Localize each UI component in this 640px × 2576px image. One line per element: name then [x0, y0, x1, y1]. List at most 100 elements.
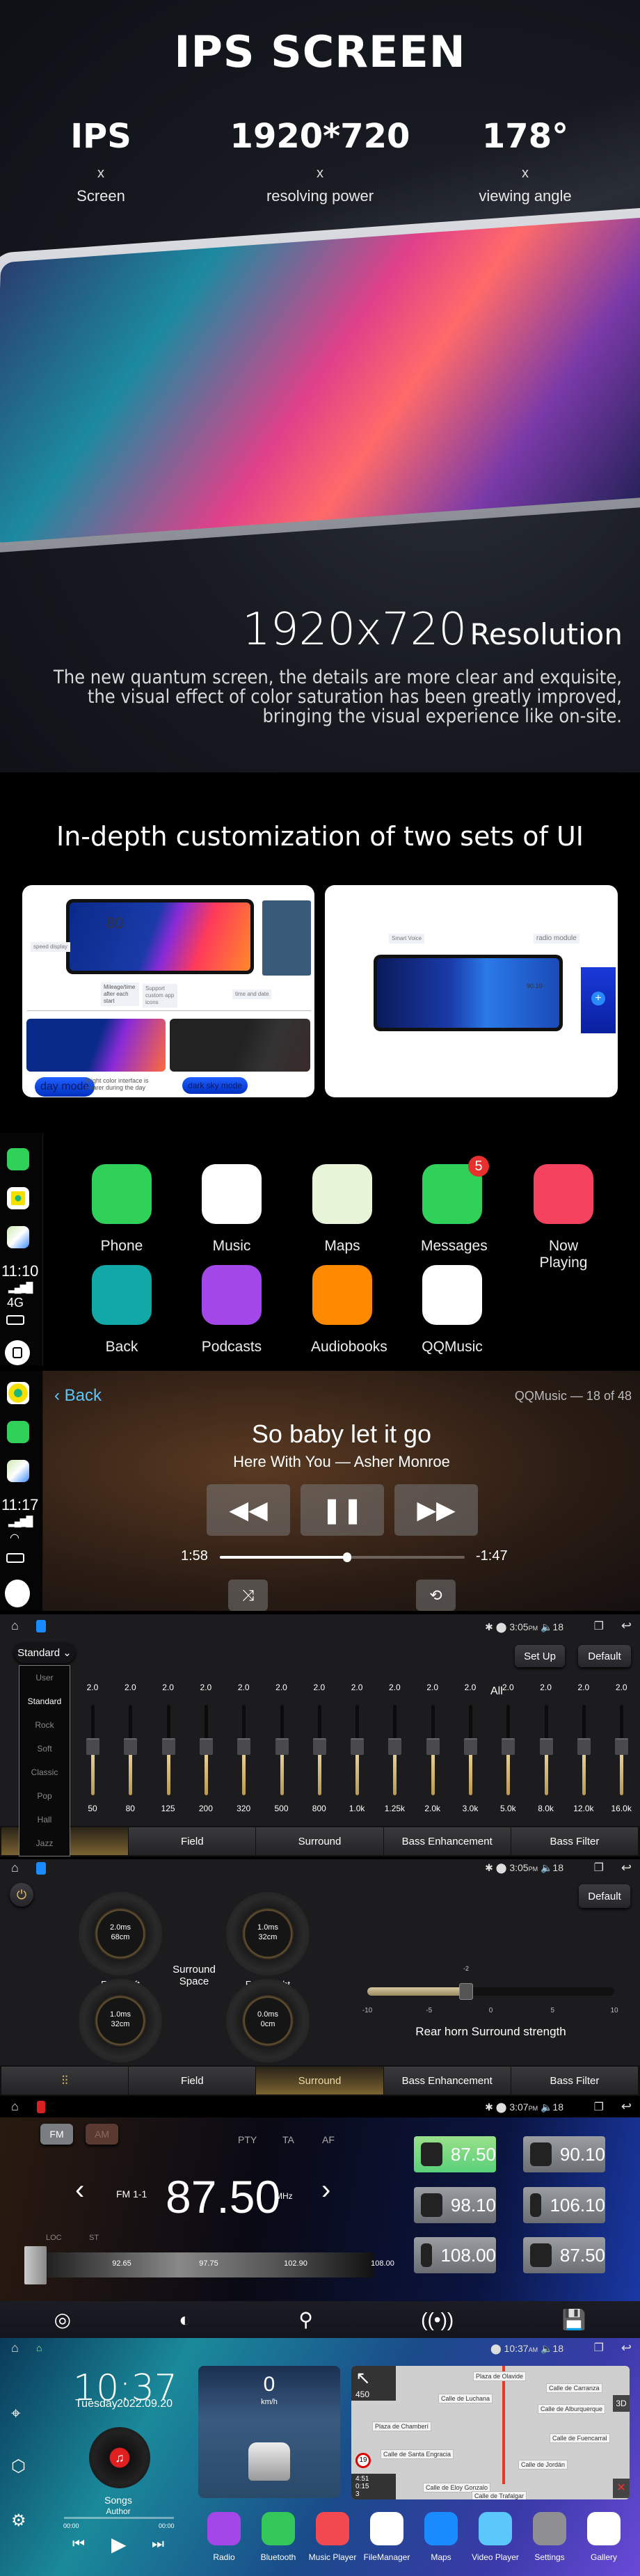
speaker-dial-rear-right[interactable]: 0.0ms0cmRear Right — [226, 1979, 310, 2076]
preset-option[interactable]: Classic — [19, 1760, 70, 1784]
band-knob[interactable] — [502, 1738, 515, 1755]
speaker-dial-front-left[interactable]: 2.0ms68cmFront Left — [79, 1892, 162, 1989]
prev-station-button[interactable]: ‹ — [75, 2175, 84, 2206]
app-radio[interactable]: Radio — [198, 2512, 250, 2562]
band-slider[interactable] — [615, 1705, 629, 1795]
tab-field[interactable]: Field — [129, 2067, 257, 2094]
phone-icon[interactable] — [7, 1148, 29, 1170]
band-knob[interactable] — [312, 1738, 326, 1755]
app-gallery[interactable]: Gallery — [577, 2512, 630, 2562]
band-knob[interactable] — [237, 1738, 251, 1755]
app-maps[interactable]: Maps — [415, 2512, 467, 2562]
back-button[interactable]: ‹ Back — [54, 1386, 102, 1406]
band-knob[interactable] — [577, 1738, 591, 1755]
preset-button[interactable]: 106.10 — [523, 2187, 605, 2223]
band-knob[interactable] — [124, 1738, 138, 1755]
band-knob[interactable] — [615, 1738, 629, 1755]
default-button[interactable]: Default — [579, 1884, 630, 1908]
band-knob[interactable] — [199, 1738, 213, 1755]
band-slider[interactable] — [199, 1705, 213, 1795]
qqmusic-icon[interactable] — [7, 1187, 29, 1209]
broadcast-icon[interactable]: ((•)) — [421, 2309, 454, 2331]
preset-option[interactable]: Rock — [19, 1713, 70, 1737]
tab-surround[interactable]: Surround — [256, 1827, 384, 1855]
fm-band-button[interactable]: FM — [40, 2124, 73, 2145]
back-icon[interactable]: ↩ — [621, 2099, 632, 2114]
app-music[interactable]: Music — [200, 1164, 263, 1255]
app-phone[interactable]: Phone — [90, 1164, 153, 1255]
app-maps[interactable]: Maps — [311, 1164, 374, 1255]
pause-button[interactable]: ❚❚ — [301, 1484, 384, 1536]
preset-button[interactable]: 87.50 — [523, 2237, 605, 2273]
speaker-dial-rear-left[interactable]: 1.0ms32cmRear Left — [79, 1979, 162, 2076]
app-audiobooks[interactable]: Audiobooks — [311, 1265, 387, 1355]
tab-equalizer[interactable]: ⫶⫶ — [1, 2067, 129, 2094]
previous-track-button[interactable]: ⏮ — [72, 2536, 85, 2552]
preset-option[interactable]: Hall — [19, 1808, 70, 1831]
radio-scan-icon[interactable]: ◎ — [54, 2308, 71, 2331]
home-icon[interactable]: ⌂ — [11, 2099, 19, 2114]
band-knob[interactable] — [161, 1738, 175, 1755]
tuner-handle[interactable] — [24, 2246, 47, 2284]
app-qqmusic[interactable]: QQMusic — [421, 1265, 483, 1355]
band-slider[interactable] — [539, 1705, 553, 1795]
recent-apps-icon[interactable]: ❐ — [594, 2100, 604, 2114]
3d-toggle-button[interactable]: 3D — [613, 2395, 630, 2412]
band-knob[interactable] — [86, 1738, 99, 1755]
app-music-player[interactable]: Music Player — [306, 2512, 359, 2562]
app-video-player[interactable]: Video Player — [469, 2512, 522, 2562]
home-button[interactable] — [5, 1340, 30, 1365]
band-slider[interactable] — [388, 1705, 402, 1795]
recent-apps-icon[interactable]: ❐ — [594, 2341, 604, 2355]
slider-knob[interactable] — [459, 1983, 473, 2000]
next-track-button[interactable]: ⏭ — [152, 2536, 164, 2552]
band-slider[interactable] — [124, 1705, 138, 1795]
preset-option[interactable]: Standard — [19, 1689, 70, 1713]
tab-bass-filter[interactable]: Bass Filter — [511, 1827, 639, 1855]
close-navigation-button[interactable]: ✕ — [613, 2479, 630, 2498]
speedometer-card[interactable]: 0 km/h — [198, 2366, 340, 2498]
preset-option[interactable]: Jazz — [19, 1831, 70, 1855]
shuffle-button[interactable]: ⤨ — [228, 1580, 268, 1611]
maps-icon[interactable] — [7, 1226, 29, 1248]
preset-button[interactable]: 87.50 — [414, 2136, 496, 2172]
band-knob[interactable] — [351, 1738, 365, 1755]
preset-option[interactable]: Pop — [19, 1784, 70, 1808]
band-knob[interactable] — [275, 1738, 289, 1755]
band-slider[interactable] — [275, 1705, 289, 1795]
app-bluetooth[interactable]: Bluetooth — [252, 2512, 305, 2562]
rewind-button[interactable]: ◀◀ — [207, 1484, 290, 1536]
preset-dropdown[interactable]: Standard ⌄ — [14, 1642, 75, 1663]
music-progress[interactable] — [64, 2517, 174, 2519]
preset-option[interactable]: User — [19, 1666, 70, 1689]
band-slider[interactable] — [426, 1705, 440, 1795]
app-filemanager[interactable]: FileManager — [360, 2512, 413, 2562]
band-knob[interactable] — [426, 1738, 440, 1755]
back-icon[interactable]: ↩ — [621, 1861, 632, 1875]
preset-button[interactable]: 108.00 — [414, 2237, 496, 2273]
repeat-button[interactable]: ⟲ — [416, 1580, 456, 1611]
toggle-icon[interactable]: ◐ — [179, 2309, 191, 2331]
pty-button[interactable]: PTY — [238, 2134, 257, 2145]
band-knob[interactable] — [539, 1738, 553, 1755]
ta-button[interactable]: TA — [282, 2134, 294, 2145]
app-settings[interactable]: Settings — [523, 2512, 576, 2562]
band-slider[interactable] — [351, 1705, 365, 1795]
band-slider[interactable] — [464, 1705, 477, 1795]
forward-button[interactable]: ▶▶ — [394, 1484, 478, 1536]
af-button[interactable]: AF — [322, 2134, 335, 2145]
tab-field[interactable]: Field — [129, 1827, 257, 1855]
preset-option[interactable]: Soft — [19, 1737, 70, 1760]
app-now-playing[interactable]: Now Playing — [532, 1164, 595, 1271]
home-icon[interactable]: ⌂ — [11, 2341, 19, 2355]
band-slider[interactable] — [86, 1705, 99, 1795]
tab-surround[interactable]: Surround — [256, 2067, 384, 2094]
qqmusic-icon[interactable] — [7, 1382, 29, 1404]
recent-apps-icon[interactable]: ❐ — [594, 1861, 604, 1875]
home-button[interactable] — [5, 1580, 30, 1607]
am-band-button[interactable]: AM — [86, 2124, 118, 2145]
play-button[interactable]: ▶ — [111, 2533, 127, 2556]
settings-gear-icon[interactable]: ⚙ — [11, 2511, 26, 2531]
app-back[interactable]: Back — [90, 1265, 153, 1355]
save-icon[interactable]: 💾 — [561, 2308, 586, 2331]
